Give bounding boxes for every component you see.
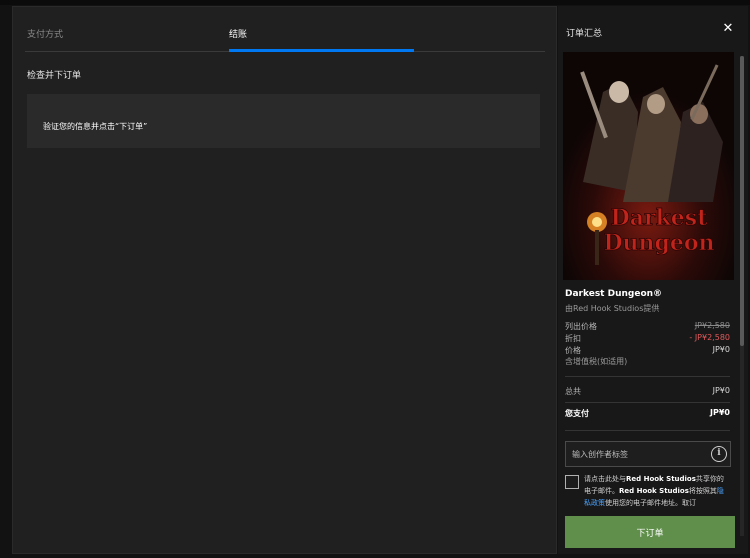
price-value: JP¥0	[712, 345, 730, 354]
section-title: 检查并下订单	[27, 71, 82, 81]
consent-text-part: 使用您的电子邮件地址。取订	[605, 499, 696, 507]
price-row-list: 列出价格 JP¥2,580	[565, 321, 730, 332]
email-consent: 请点击此处与Red Hook Studios共享你的电子邮件。Red Hook …	[565, 473, 735, 511]
summary-divider	[565, 402, 730, 403]
consent-text: 请点击此处与Red Hook Studios共享你的电子邮件。Red Hook …	[584, 473, 730, 509]
tab-payment-method[interactable]: 支付方式	[27, 27, 63, 40]
checkout-panel: 支付方式 结账 检查并下订单 验证您的信息并点击“下订单”	[12, 6, 557, 554]
game-cover-image: Darkest Dungeon	[563, 52, 734, 280]
summary-divider	[565, 376, 730, 377]
list-price-value: JP¥2,580	[694, 321, 730, 330]
publisher: 由Red Hook Studios提供	[565, 304, 660, 313]
active-tab-indicator	[229, 49, 414, 52]
you-pay-value: JP¥0	[710, 408, 730, 417]
total-value: JP¥0	[712, 386, 730, 395]
tab-checkout[interactable]: 结账	[229, 27, 247, 40]
top-strip	[0, 0, 750, 5]
checkout-tabs: 支付方式 结账	[13, 7, 558, 53]
cover-art: Darkest Dungeon	[563, 52, 734, 280]
list-price-label: 列出价格	[565, 322, 597, 331]
you-pay-label: 您支付	[565, 409, 589, 418]
total-label: 总共	[565, 387, 581, 396]
consent-text-part: 将按照其	[688, 487, 717, 495]
price-row-price: 价格 JP¥0	[565, 345, 730, 356]
summary-divider	[565, 430, 730, 431]
price-label: 价格	[565, 346, 581, 355]
price-row-discount: 折扣 - JP¥2,580	[565, 333, 730, 344]
close-icon[interactable]: ✕	[721, 22, 735, 36]
creator-tag-input[interactable]	[572, 447, 702, 461]
discount-label: 折扣	[565, 334, 581, 343]
discount-value: - JP¥2,580	[689, 333, 730, 342]
cover-logo-darkest: Darkest	[611, 205, 709, 231]
vat-note: 含增值税(如适用)	[565, 357, 628, 366]
place-order-button[interactable]: 下订单	[565, 516, 735, 548]
studio-name: Red Hook Studios	[619, 487, 689, 495]
info-message: 验证您的信息并点击“下订单”	[43, 122, 148, 131]
info-icon[interactable]: i	[711, 446, 727, 462]
order-summary-panel: 订单汇总 ✕ Darkest Dungeon Darkest Dungeon® …	[558, 6, 748, 554]
scrollbar-thumb[interactable]	[740, 56, 744, 346]
info-box: 验证您的信息并点击“下订单”	[27, 94, 540, 148]
game-title: Darkest Dungeon®	[565, 289, 663, 299]
scrollbar[interactable]	[740, 56, 744, 536]
you-pay-row: 您支付 JP¥0	[565, 408, 730, 419]
cover-logo-dungeon: Dungeon	[603, 230, 714, 256]
total-row: 总共 JP¥0	[565, 386, 730, 397]
creator-tag-box: i	[565, 441, 731, 467]
summary-title: 订单汇总	[566, 29, 603, 39]
consent-checkbox[interactable]	[565, 475, 579, 489]
consent-text-part: 请点击此处与	[584, 475, 626, 483]
studio-name: Red Hook Studios	[626, 475, 696, 483]
